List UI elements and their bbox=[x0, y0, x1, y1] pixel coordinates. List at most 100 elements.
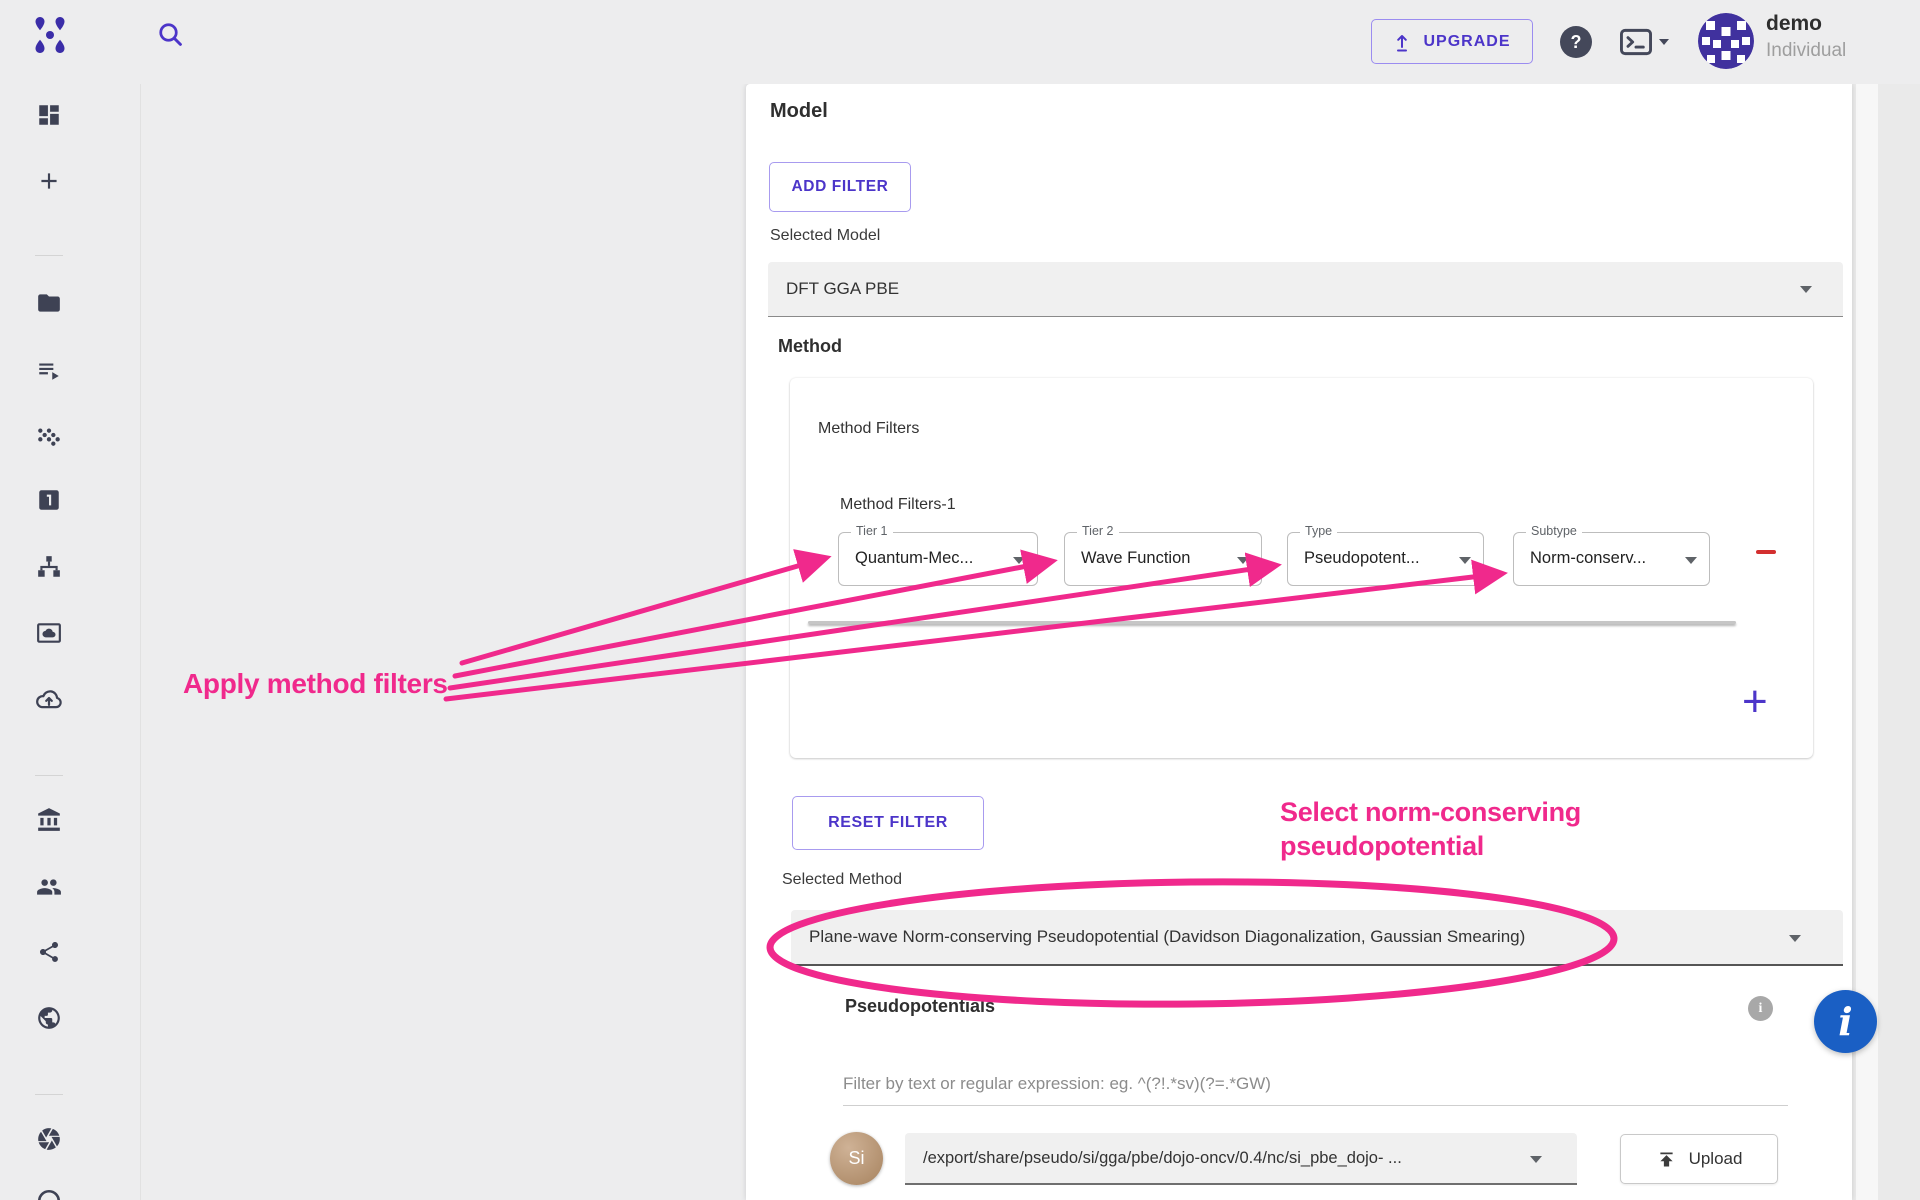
reset-filter-button[interactable]: RESET FILTER bbox=[792, 796, 984, 850]
filter-type-label: Type bbox=[1300, 524, 1337, 538]
method-section-title: Method bbox=[778, 336, 842, 357]
documentation-info-label: i bbox=[1838, 999, 1852, 1044]
filter-type-select[interactable]: Type Pseudopotent... bbox=[1287, 532, 1484, 586]
identicon-icon bbox=[1698, 13, 1754, 69]
sidebar-divider bbox=[35, 1094, 63, 1095]
dropdown-caret-icon bbox=[1237, 557, 1249, 564]
reset-filter-label: RESET FILTER bbox=[828, 814, 948, 832]
sidebar-item-more[interactable] bbox=[34, 1186, 64, 1200]
search-icon[interactable] bbox=[156, 20, 186, 50]
sidebar-item-create[interactable] bbox=[34, 166, 64, 196]
info-icon[interactable]: i bbox=[1748, 996, 1773, 1021]
pseudopotential-filter-input[interactable] bbox=[843, 1062, 1788, 1106]
documentation-info-button[interactable]: i bbox=[1814, 990, 1877, 1053]
method-filters-title: Method Filters bbox=[818, 420, 919, 438]
sidebar-item-media[interactable] bbox=[34, 618, 64, 648]
user-avatar[interactable] bbox=[1698, 13, 1754, 69]
sidebar-item-cloud-storage[interactable] bbox=[34, 684, 64, 714]
selected-method-value: Plane-wave Norm-conserving Pseudopotenti… bbox=[791, 927, 1525, 947]
add-filter-button[interactable]: ADD FILTER bbox=[769, 162, 911, 212]
element-avatar: Si bbox=[830, 1132, 883, 1185]
upload-button[interactable]: Upload bbox=[1620, 1134, 1778, 1184]
globe-icon bbox=[36, 1005, 62, 1031]
app-logo-icon[interactable] bbox=[30, 14, 70, 56]
filter-type-value: Pseudopotent... bbox=[1304, 549, 1420, 568]
selected-model-label: Selected Model bbox=[770, 227, 880, 245]
filters-scrollbar[interactable] bbox=[808, 621, 1736, 624]
selected-model-value: DFT GGA PBE bbox=[768, 279, 899, 299]
method-filters-group-label: Method Filters-1 bbox=[840, 496, 956, 514]
filter-subtype-label: Subtype bbox=[1526, 524, 1582, 538]
selected-model-select[interactable]: DFT GGA PBE bbox=[768, 262, 1843, 317]
playlist-play-icon bbox=[36, 357, 62, 383]
sidebar-item-projects[interactable] bbox=[34, 288, 64, 318]
sidebar-item-team[interactable] bbox=[34, 872, 64, 902]
dropdown-caret-icon bbox=[1789, 935, 1801, 942]
terminal-icon bbox=[1618, 26, 1654, 58]
add-icon bbox=[36, 168, 62, 194]
user-name: demo bbox=[1766, 12, 1822, 36]
filter-subtype-select[interactable]: Subtype Norm-conserv... bbox=[1513, 532, 1710, 586]
remove-filter-button[interactable] bbox=[1756, 550, 1776, 554]
sidebar-item-jobs[interactable] bbox=[34, 485, 64, 515]
upload-label: Upload bbox=[1689, 1149, 1743, 1169]
dropdown-caret-icon bbox=[1685, 557, 1697, 564]
filter-tier2-select[interactable]: Tier 2 Wave Function bbox=[1064, 532, 1262, 586]
dropdown-caret-icon bbox=[1800, 286, 1812, 293]
sidebar-divider bbox=[35, 255, 63, 256]
sidebar-item-hierarchy[interactable] bbox=[34, 552, 64, 582]
pseudopotentials-title: Pseudopotentials bbox=[845, 996, 995, 1017]
share-icon bbox=[37, 940, 61, 964]
app-page: UPGRADE ? bbox=[0, 0, 1920, 1200]
sidebar-item-public[interactable] bbox=[34, 1003, 64, 1033]
bank-icon bbox=[36, 807, 62, 833]
node-tree-icon bbox=[36, 554, 62, 580]
filter-tier1-value: Quantum-Mec... bbox=[855, 549, 973, 568]
add-filter-label: ADD FILTER bbox=[792, 178, 889, 196]
upgrade-label: UPGRADE bbox=[1423, 33, 1510, 51]
folder-icon bbox=[36, 290, 62, 316]
grain-dots-icon bbox=[36, 422, 62, 448]
dropdown-caret-icon bbox=[1530, 1156, 1542, 1163]
filter-tier2-label: Tier 2 bbox=[1077, 524, 1119, 538]
upload-arrow-icon bbox=[1393, 32, 1411, 52]
help-label: ? bbox=[1571, 32, 1582, 53]
publish-icon bbox=[1656, 1149, 1677, 1170]
filter-tier1-label: Tier 1 bbox=[851, 524, 893, 538]
add-filter-row-button[interactable]: + bbox=[1742, 680, 1768, 724]
user-plan: Individual bbox=[1766, 40, 1846, 62]
filter-subtype-value: Norm-conserv... bbox=[1530, 549, 1646, 568]
filter-tier1-select[interactable]: Tier 1 Quantum-Mec... bbox=[838, 532, 1038, 586]
annotation-apply-filters-text: Apply method filters bbox=[183, 668, 448, 700]
help-button[interactable]: ? bbox=[1560, 26, 1592, 58]
dropdown-caret-icon bbox=[1013, 557, 1025, 564]
top-bar: UPGRADE ? bbox=[0, 0, 1920, 84]
info-label: i bbox=[1759, 1001, 1763, 1017]
pseudopotential-path-select[interactable]: /export/share/pseudo/si/gga/pbe/dojo-onc… bbox=[905, 1133, 1577, 1185]
sidebar-item-materials[interactable] bbox=[34, 420, 64, 450]
selected-method-label: Selected Method bbox=[782, 871, 902, 889]
sidebar-item-apps[interactable] bbox=[34, 1124, 64, 1154]
model-section-title: Model bbox=[770, 100, 828, 123]
chevron-down-icon bbox=[1658, 38, 1670, 46]
people-icon bbox=[35, 874, 63, 900]
media-frame-cloud-icon bbox=[36, 620, 62, 646]
element-symbol: Si bbox=[848, 1148, 864, 1169]
shutter-wheel-partial-icon bbox=[36, 1188, 62, 1200]
sidebar-item-sharing[interactable] bbox=[34, 937, 64, 967]
dashboard-icon bbox=[36, 102, 62, 128]
selected-method-select[interactable]: Plane-wave Norm-conserving Pseudopotenti… bbox=[791, 910, 1843, 966]
dropdown-caret-icon bbox=[1459, 557, 1471, 564]
sidebar-item-workflows[interactable] bbox=[34, 355, 64, 385]
upgrade-button[interactable]: UPGRADE bbox=[1371, 19, 1533, 64]
sidebar-item-organization[interactable] bbox=[34, 805, 64, 835]
console-menu-button[interactable] bbox=[1618, 26, 1670, 58]
cloud-upload-icon bbox=[35, 686, 63, 712]
filter-tier2-value: Wave Function bbox=[1081, 549, 1190, 568]
pseudopotential-path-value: /export/share/pseudo/si/gga/pbe/dojo-onc… bbox=[905, 1149, 1402, 1168]
sidebar-item-dashboard[interactable] bbox=[34, 100, 64, 130]
sidebar-divider bbox=[35, 775, 63, 776]
shutter-wheel-icon bbox=[36, 1126, 62, 1152]
sidebar-rail-divider bbox=[140, 84, 141, 1200]
looks-one-icon bbox=[36, 487, 62, 513]
